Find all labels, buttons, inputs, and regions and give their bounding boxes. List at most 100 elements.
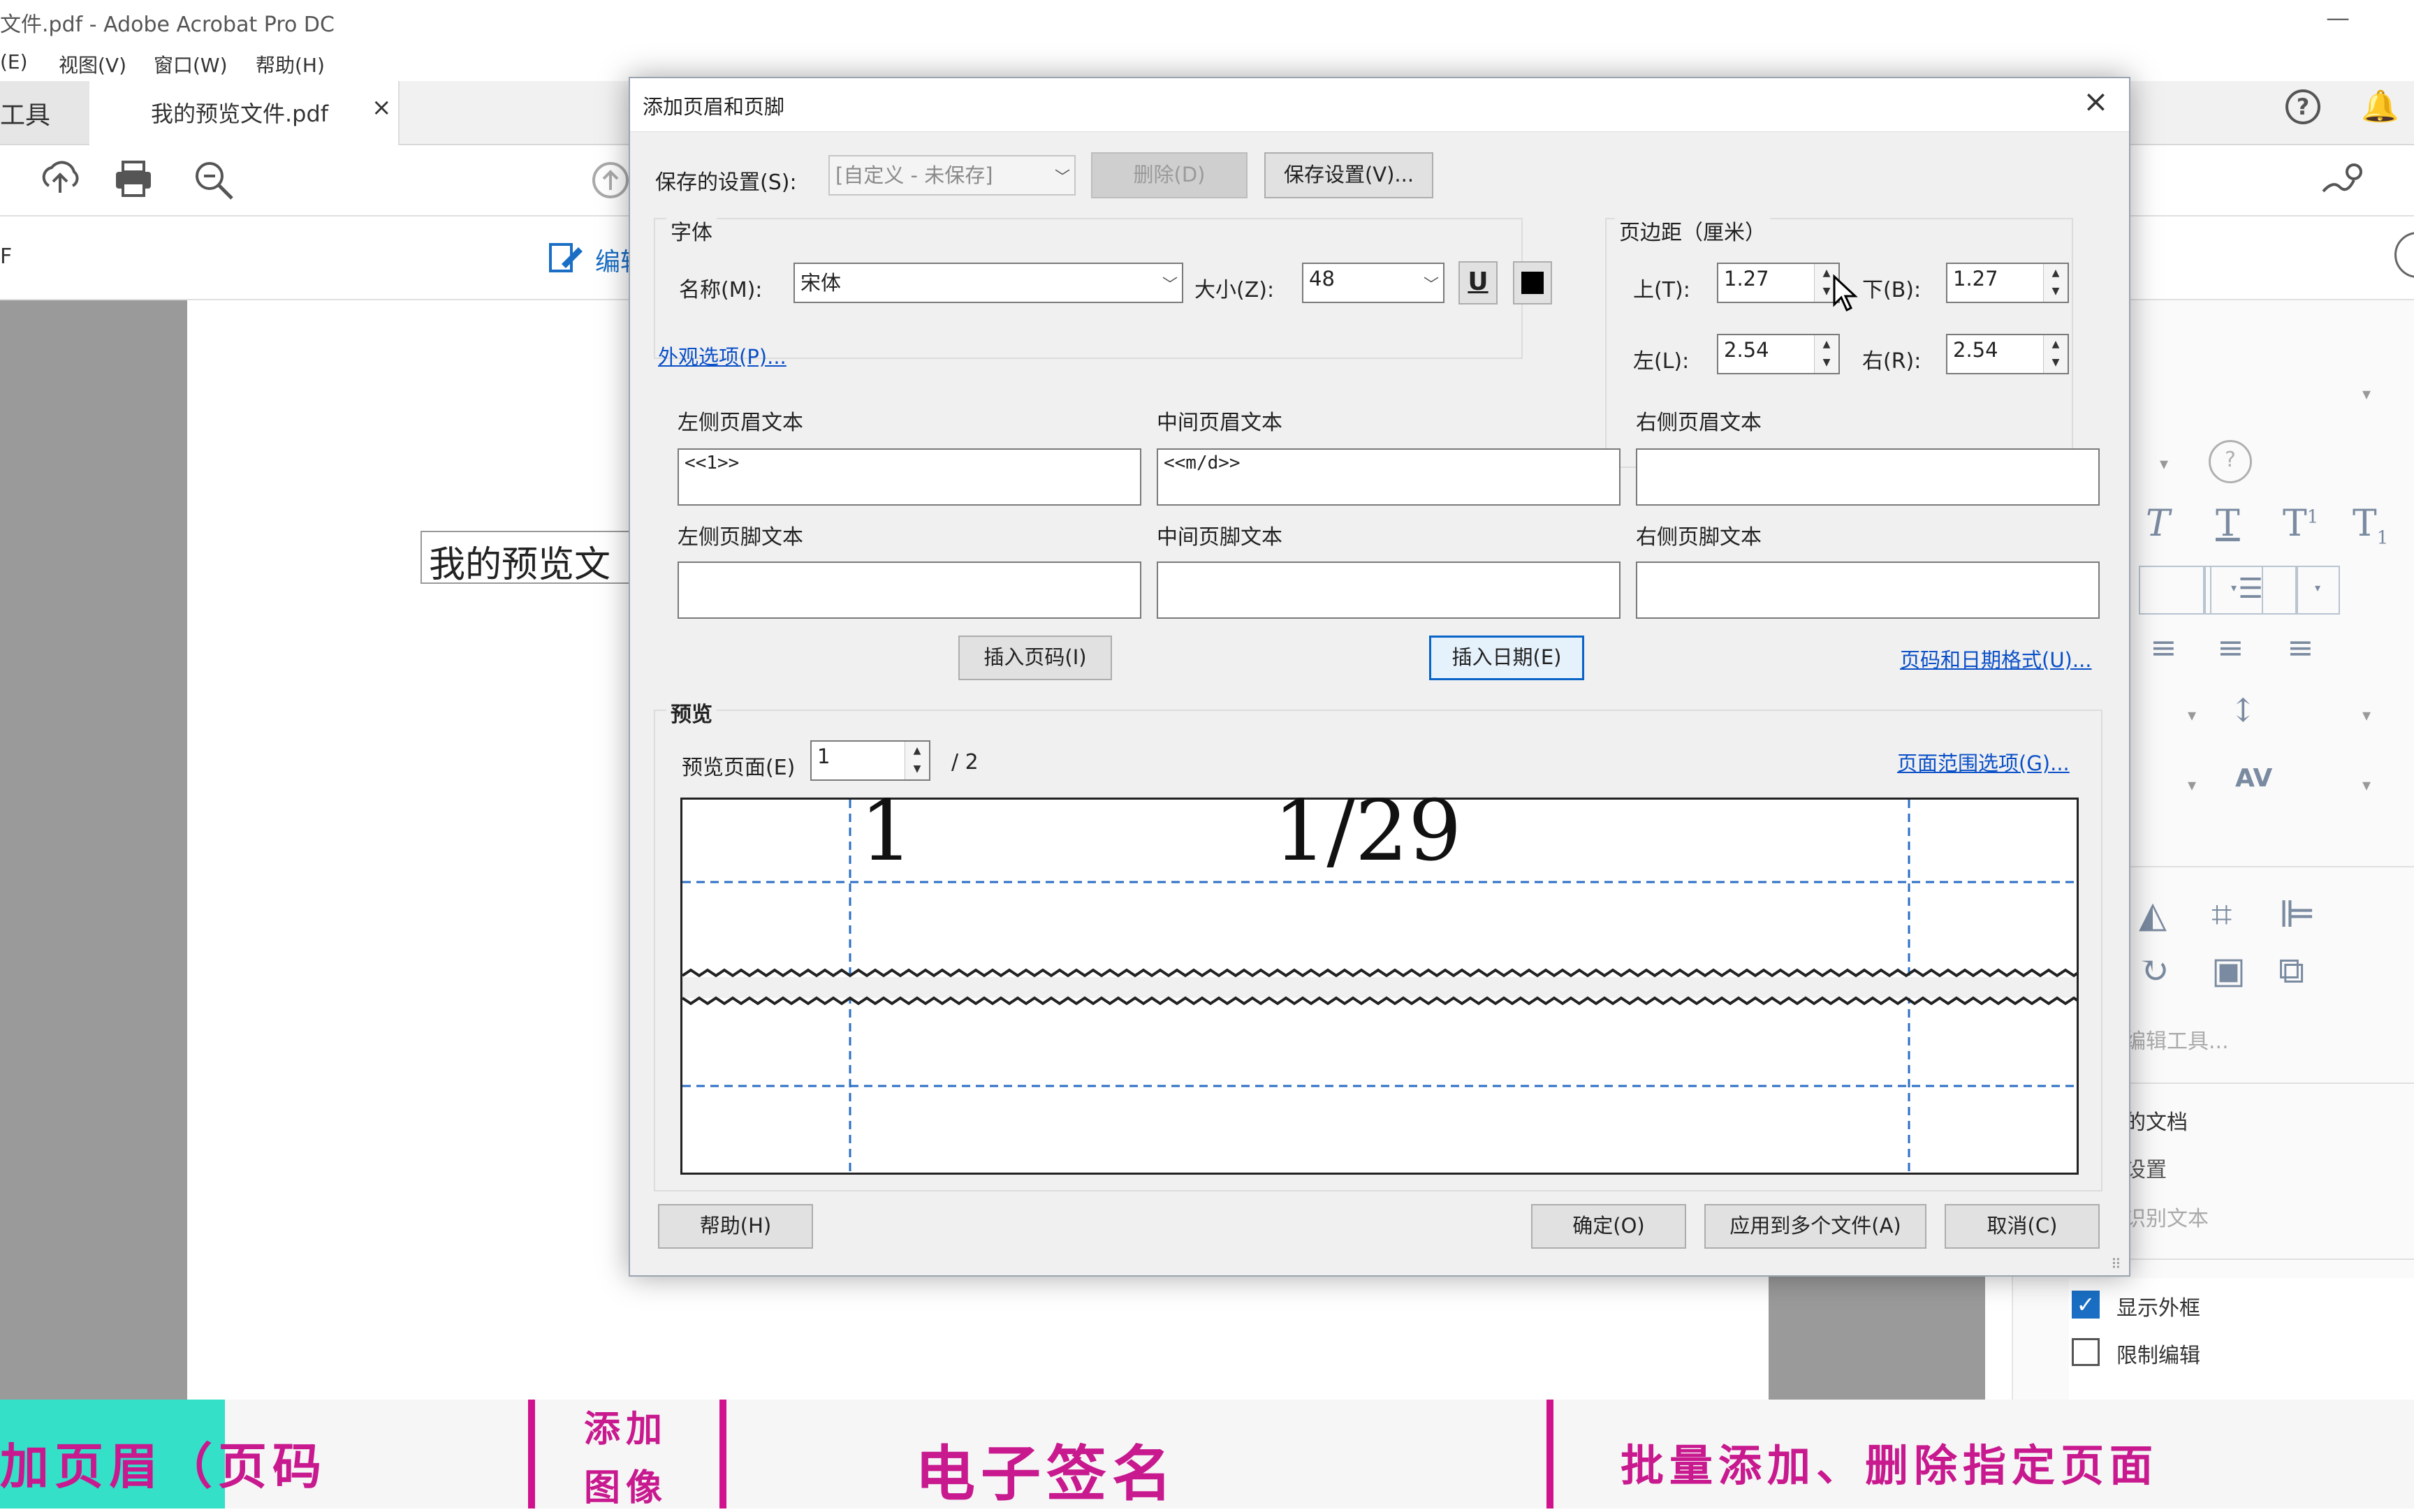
underline-text-icon[interactable]: T bbox=[2216, 503, 2240, 545]
minimize-icon[interactable]: — bbox=[2326, 4, 2350, 32]
font-name-combo[interactable]: 宋体 ﹀ bbox=[793, 263, 1183, 303]
insert-date-button[interactable]: 插入日期(E) bbox=[1429, 636, 1584, 680]
tab-close-icon[interactable]: × bbox=[372, 94, 392, 122]
edit-tools-link[interactable]: 编辑工具... bbox=[2125, 1024, 2229, 1055]
zoom-icon[interactable] bbox=[191, 158, 235, 201]
chevron-down-icon[interactable]: ▾ bbox=[2362, 705, 2371, 725]
margin-top-field[interactable]: 1.27 ▲ ▼ bbox=[1717, 263, 1840, 303]
page-text-box[interactable]: 我的预览文 bbox=[420, 531, 644, 584]
appearance-options-link[interactable]: 外观选项(P)... bbox=[658, 341, 787, 370]
apply-to-multiple-files-button[interactable]: 应用到多个文件(A) bbox=[1704, 1204, 1926, 1249]
color-picker-button[interactable] bbox=[1513, 261, 1552, 304]
spinner-icon[interactable]: ▲ ▼ bbox=[1814, 335, 1838, 373]
toggle-circle[interactable] bbox=[2394, 232, 2414, 278]
chevron-down-icon[interactable]: ▾ bbox=[2160, 454, 2168, 474]
line-spacing-icon[interactable]: ↕ bbox=[2230, 691, 2257, 729]
rotate-icon[interactable]: ↻ bbox=[2139, 950, 2170, 992]
tab-document[interactable]: 我的预览文件.pdf × bbox=[89, 81, 400, 145]
right-header-input[interactable] bbox=[1636, 448, 2100, 506]
page-date-format-link[interactable]: 页码和日期格式(U)... bbox=[1900, 644, 2092, 673]
crop-icon[interactable]: ⌗ bbox=[2211, 894, 2232, 937]
saved-settings-value: [自定义 - 未保存] bbox=[835, 163, 993, 187]
banner-divider bbox=[1546, 1400, 1553, 1509]
save-settings-button[interactable]: 保存设置(V)... bbox=[1264, 152, 1433, 198]
restrict-edit-checkbox[interactable] bbox=[2072, 1338, 2100, 1366]
numbered-list-icon[interactable]: ☰ bbox=[2203, 566, 2298, 615]
tab-tools-label: 工具 bbox=[0, 101, 51, 130]
center-header-input[interactable]: <<m/d>> bbox=[1157, 448, 1621, 506]
delete-button[interactable]: 删除(D) bbox=[1091, 152, 1248, 198]
left-header-input[interactable]: <<1>> bbox=[678, 448, 1141, 506]
print-icon[interactable] bbox=[113, 159, 155, 198]
numbered-list-dropdown[interactable]: ▾ bbox=[2295, 566, 2340, 615]
center-footer-input[interactable] bbox=[1157, 562, 1621, 619]
preview-canvas: 1 1/29 bbox=[680, 790, 2079, 1175]
justify-icon[interactable]: ≡ bbox=[2287, 629, 2314, 666]
chevron-down-icon[interactable]: ▾ bbox=[2188, 705, 2196, 725]
superscript-icon[interactable]: T1 bbox=[2283, 503, 2318, 545]
margin-left-field[interactable]: 2.54 ▲ ▼ bbox=[1717, 334, 1840, 374]
chevron-down-icon[interactable]: ▾ bbox=[2362, 384, 2371, 404]
spinner-icon[interactable]: ▲ ▼ bbox=[2043, 264, 2068, 302]
tab-tools[interactable]: 工具 bbox=[0, 81, 89, 144]
menu-view[interactable]: 视图(V) bbox=[59, 50, 126, 78]
menu-bar: (E) 视图(V) 窗口(W) 帮助(H) bbox=[0, 46, 2414, 81]
center-header-label: 中间页眉文本 bbox=[1157, 411, 1282, 435]
font-size-value: 48 bbox=[1309, 267, 1335, 291]
char-spacing-icon[interactable]: AV bbox=[2235, 764, 2272, 793]
font-size-combo[interactable]: 48 ﹀ bbox=[1302, 263, 1444, 303]
left-header-label: 左侧页眉文本 bbox=[678, 411, 803, 435]
ok-button[interactable]: 确定(O) bbox=[1531, 1204, 1686, 1249]
close-icon[interactable]: × bbox=[2083, 84, 2109, 119]
margin-bottom-value: 1.27 bbox=[1953, 267, 1998, 291]
menu-window[interactable]: 窗口(W) bbox=[154, 50, 228, 78]
align-objects-icon[interactable]: ⊫ bbox=[2278, 894, 2316, 936]
saved-settings-combo[interactable]: [自定义 - 未保存] ﹀ bbox=[828, 155, 1076, 196]
margin-right-field[interactable]: 2.54 ▲ ▼ bbox=[1946, 334, 2069, 374]
upload-cloud-icon[interactable] bbox=[39, 158, 81, 200]
page-range-options-link[interactable]: 页面范围选项(G)... bbox=[1897, 747, 2070, 777]
align-right-icon[interactable]: ≡ bbox=[2217, 629, 2244, 666]
right-footer-label: 右侧页脚文本 bbox=[1636, 525, 1762, 550]
subscript-icon[interactable]: T1 bbox=[2353, 503, 2388, 548]
menu-edit[interactable]: (E) bbox=[0, 50, 28, 73]
left-footer-input[interactable] bbox=[678, 562, 1141, 619]
dialog-title: 添加页眉和页脚 bbox=[643, 95, 785, 119]
edit-pdf-icon[interactable] bbox=[546, 237, 585, 277]
show-border-checkbox[interactable]: ✓ bbox=[2072, 1291, 2100, 1319]
underline-button[interactable]: U bbox=[1458, 261, 1498, 304]
insert-page-number-button[interactable]: 插入页码(I) bbox=[958, 636, 1112, 680]
spinner-icon[interactable]: ▲ ▼ bbox=[905, 742, 929, 779]
bell-icon[interactable]: 🔔 bbox=[2361, 88, 2399, 124]
menu-help[interactable]: 帮助(H) bbox=[256, 50, 325, 78]
font-group-label: 字体 bbox=[666, 215, 717, 246]
help-icon[interactable]: ? bbox=[2285, 89, 2320, 124]
arrange-icon[interactable]: ⧉ bbox=[2278, 950, 2304, 992]
align-left-icon[interactable]: ≡ bbox=[2150, 629, 2177, 666]
chevron-down-icon[interactable]: ▾ bbox=[2362, 775, 2371, 795]
spinner-icon[interactable]: ▲ ▼ bbox=[2043, 335, 2068, 373]
margin-bottom-field[interactable]: 1.27 ▲ ▼ bbox=[1946, 263, 2069, 303]
list-dropdown[interactable] bbox=[2139, 566, 2211, 615]
chevron-down-icon: ﹀ bbox=[1162, 277, 1178, 294]
preview-group-label: 预览 bbox=[666, 697, 717, 728]
resize-grip-icon[interactable]: ⠿ bbox=[2111, 1256, 2121, 1272]
mouse-cursor-icon bbox=[1833, 274, 1858, 312]
right-footer-input[interactable] bbox=[1636, 562, 2100, 619]
banner-item-batch: 批量添加、删除指定页面 bbox=[1621, 1440, 2159, 1491]
help-button[interactable]: 帮助(H) bbox=[658, 1204, 813, 1249]
chevron-down-icon[interactable]: ▾ bbox=[2188, 775, 2196, 795]
flip-icon[interactable]: ◭ bbox=[2139, 894, 2167, 936]
italic-text-icon[interactable]: T bbox=[2146, 503, 2170, 545]
question-icon[interactable]: ? bbox=[2209, 440, 2252, 483]
setting-item[interactable]: 设置 bbox=[2125, 1152, 2167, 1183]
cancel-button[interactable]: 取消(C) bbox=[1945, 1204, 2100, 1249]
left-footer-label: 左侧页脚文本 bbox=[678, 525, 803, 550]
preview-page-field[interactable]: 1 ▲ ▼ bbox=[810, 740, 930, 781]
recognize-text-item[interactable]: 识别文本 bbox=[2125, 1201, 2209, 1232]
preview-left-header-text: 1 bbox=[860, 783, 914, 880]
sign-link-icon[interactable] bbox=[2319, 159, 2368, 201]
page-up-icon[interactable] bbox=[591, 161, 630, 200]
replace-image-icon[interactable]: ▣ bbox=[2211, 950, 2246, 992]
doc-section-heading: 的文档 bbox=[2125, 1110, 2188, 1135]
